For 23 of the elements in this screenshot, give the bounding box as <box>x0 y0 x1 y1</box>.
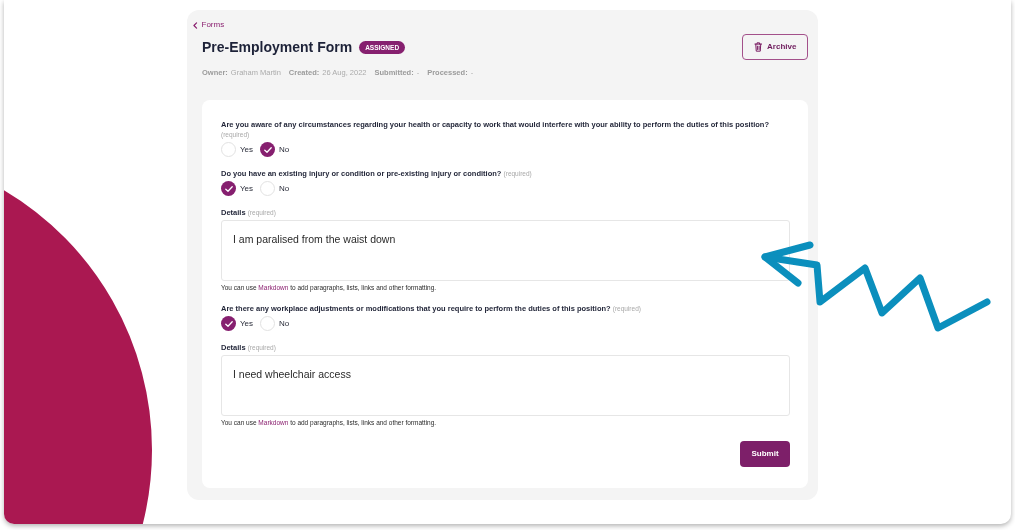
radio-button[interactable] <box>221 316 236 331</box>
submit-button[interactable]: Submit <box>740 441 790 467</box>
radio-button[interactable] <box>260 181 276 196</box>
archive-button[interactable]: Archive <box>742 34 808 60</box>
radio-button[interactable] <box>260 316 276 331</box>
trash-icon <box>753 42 763 52</box>
radio-button[interactable] <box>260 142 276 157</box>
check-icon <box>224 185 233 192</box>
option-label: No <box>279 144 290 155</box>
option-label: Yes <box>240 318 254 329</box>
option-label: Yes <box>240 183 254 194</box>
radio-button[interactable] <box>221 142 236 157</box>
option-label: No <box>279 183 290 194</box>
option-label: No <box>279 318 290 329</box>
back-link[interactable]: Forms <box>193 20 225 30</box>
chevron-left-icon <box>193 21 198 29</box>
check-icon <box>263 146 272 153</box>
details-textarea[interactable]: I am paralised from the waist down <box>221 220 790 281</box>
form-title: Pre-Employment Form <box>202 38 353 56</box>
check-icon <box>224 320 233 327</box>
details-textarea[interactable]: I need wheelchair access <box>221 355 790 416</box>
radio-button[interactable] <box>221 181 236 196</box>
option-label: Yes <box>240 144 254 155</box>
